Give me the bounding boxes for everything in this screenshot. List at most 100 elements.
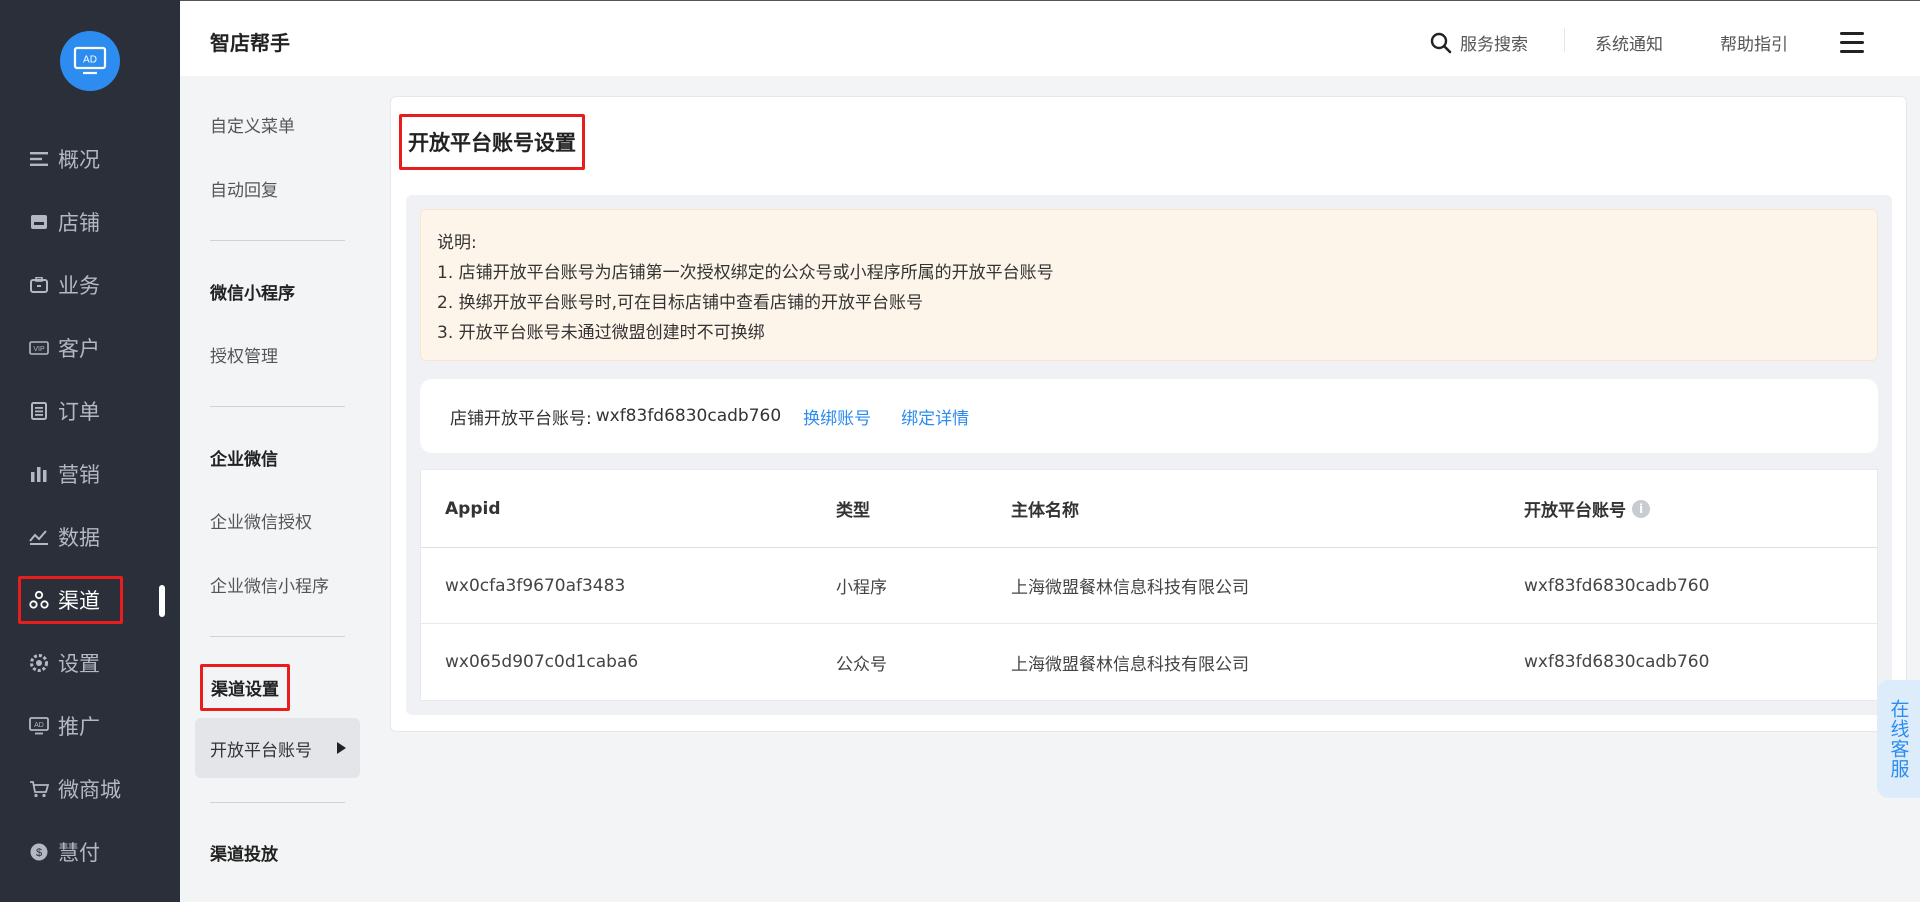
column-header-open-account: 开放平台账号 i [1524, 470, 1650, 547]
nav-item-data[interactable]: 数据 [0, 513, 180, 561]
column-header-open-account-label: 开放平台账号 [1524, 501, 1626, 521]
mall-icon [28, 778, 50, 800]
nav-label: 业务 [58, 274, 100, 298]
vip-customer-icon: VIP [28, 337, 50, 359]
nav-item-business[interactable]: 业务 [0, 261, 180, 309]
account-value: wxf83fd6830cadb760 [595, 406, 782, 426]
nav-label: 设置 [58, 652, 100, 676]
cell-open-account: wxf83fd6830cadb760 [1524, 575, 1710, 596]
account-bar: 店铺开放平台账号: wxf83fd6830cadb760 换绑账号 绑定详情 [420, 379, 1878, 453]
account-table: Appid 类型 主体名称 开放平台账号 i wx0cfa3f9670af348… [420, 469, 1878, 701]
svg-text:$: $ [36, 847, 42, 859]
pay-icon: $ [28, 841, 50, 863]
submenu-group-channel-delivery: 渠道投放 [210, 845, 278, 865]
nav-item-promotion[interactable]: AD 推广 [0, 702, 180, 750]
data-icon [28, 526, 50, 548]
left-nav: AD 概况 店铺 业务 VIP 客户 订单 营销 数据 渠道 设置 AD 推广 … [0, 0, 180, 902]
settings-icon [28, 652, 50, 674]
nav-label: 客户 [58, 337, 100, 361]
cell-appid: wx0cfa3f9670af3483 [445, 575, 626, 596]
cell-appid: wx065d907c0d1caba6 [445, 652, 639, 672]
account-label: 店铺开放平台账号: [450, 408, 592, 429]
nav-item-settings[interactable]: 设置 [0, 639, 180, 687]
nav-item-marketing[interactable]: 营销 [0, 450, 180, 498]
business-icon [28, 274, 50, 296]
submenu-divider [210, 240, 345, 241]
online-service-label: 在线客服 [1887, 699, 1910, 779]
ad-monitor-icon: AD [73, 46, 107, 75]
content-panel: 说明: 1. 店铺开放平台账号为店铺第一次授权绑定的公众号或小程序所属的开放平台… [406, 195, 1892, 715]
page-title: 开放平台账号设置 [399, 114, 585, 170]
cell-entity: 上海微盟餐林信息科技有限公司 [1011, 654, 1249, 675]
highlight-box [18, 576, 123, 624]
active-indicator [159, 585, 165, 617]
overview-icon [28, 148, 50, 170]
order-icon [28, 400, 50, 422]
nav-label: 数据 [58, 526, 100, 550]
service-search-button[interactable]: 服务搜索 [1430, 30, 1528, 55]
submenu-divider [210, 406, 345, 407]
table-row: wx065d907c0d1caba6 公众号 上海微盟餐林信息科技有限公司 wx… [421, 624, 1877, 700]
nav-item-channel[interactable]: 渠道 [0, 576, 180, 624]
promotion-icon: AD [28, 715, 50, 737]
submenu-group-wework: 企业微信 [210, 450, 278, 470]
submenu-wework-auth[interactable]: 企业微信授权 [210, 508, 312, 533]
notice-line: 2. 换绑开放平台账号时,可在目标店铺中查看店铺的开放平台账号 [437, 293, 924, 313]
nav-label: 店铺 [58, 211, 100, 235]
app-logo[interactable]: AD [60, 31, 120, 91]
nav-item-overview[interactable]: 概况 [0, 135, 180, 183]
online-service-button[interactable]: 在线客服 [1877, 680, 1920, 798]
notice-line: 1. 店铺开放平台账号为店铺第一次授权绑定的公众号或小程序所属的开放平台账号 [437, 263, 1054, 283]
nav-label: 推广 [58, 715, 100, 739]
nav-label: 营销 [58, 463, 100, 487]
logo-text: AD [83, 55, 97, 66]
cell-type: 小程序 [836, 578, 887, 598]
help-guide-link[interactable]: 帮助指引 [1720, 30, 1788, 55]
nav-item-store[interactable]: 店铺 [0, 198, 180, 246]
bind-detail-link[interactable]: 绑定详情 [901, 404, 969, 429]
app-title: 智店帮手 [210, 31, 290, 55]
column-header-appid: Appid [445, 498, 501, 519]
top-header: 智店帮手 服务搜索 系统通知 帮助指引 [180, 0, 1920, 76]
cell-type: 公众号 [836, 654, 887, 675]
search-label: 服务搜索 [1460, 35, 1528, 55]
nav-item-mall[interactable]: 微商城 [0, 765, 180, 813]
column-header-type: 类型 [836, 501, 870, 521]
submenu-open-platform-label: 开放平台账号 [210, 740, 312, 761]
notice-line: 3. 开放平台账号未通过微盟创建时不可换绑 [437, 323, 765, 343]
nav-item-pay[interactable]: $ 慧付 [0, 828, 180, 876]
main-card: 开放平台账号设置 说明: 1. 店铺开放平台账号为店铺第一次授权绑定的公众号或小… [390, 96, 1907, 732]
svg-text:VIP: VIP [33, 346, 45, 353]
nav-label: 概况 [58, 148, 100, 172]
nav-item-order[interactable]: 订单 [0, 387, 180, 435]
system-notice-link[interactable]: 系统通知 [1595, 30, 1663, 55]
caret-right-icon [337, 742, 346, 754]
submenu-auth-manage[interactable]: 授权管理 [210, 342, 278, 367]
header-divider [1564, 28, 1565, 52]
submenu-custom-menu[interactable]: 自定义菜单 [210, 112, 295, 137]
submenu-wework-miniprogram[interactable]: 企业微信小程序 [210, 572, 329, 597]
store-icon [28, 211, 50, 233]
notice-box: 说明: 1. 店铺开放平台账号为店铺第一次授权绑定的公众号或小程序所属的开放平台… [420, 209, 1878, 361]
table-header-row: Appid 类型 主体名称 开放平台账号 i [421, 470, 1877, 548]
cell-entity: 上海微盟餐林信息科技有限公司 [1011, 578, 1249, 598]
submenu-group-miniprogram: 微信小程序 [210, 284, 295, 304]
nav-label: 微商城 [58, 778, 121, 802]
svg-text:AD: AD [34, 722, 44, 729]
cell-open-account: wxf83fd6830cadb760 [1524, 652, 1710, 672]
submenu-auto-reply[interactable]: 自动回复 [210, 176, 278, 201]
nav-label: 慧付 [58, 841, 100, 865]
search-icon [1430, 32, 1452, 53]
submenu-divider [210, 636, 345, 637]
submenu-open-platform[interactable]: 开放平台账号 [195, 718, 360, 778]
nav-label: 订单 [58, 400, 100, 424]
table-row: wx0cfa3f9670af3483 小程序 上海微盟餐林信息科技有限公司 wx… [421, 548, 1877, 624]
secondary-menu: 自定义菜单 自动回复 微信小程序 授权管理 企业微信 企业微信授权 企业微信小程… [180, 76, 370, 902]
marketing-icon [28, 463, 50, 485]
nav-item-customer[interactable]: VIP 客户 [0, 324, 180, 372]
info-icon[interactable]: i [1632, 499, 1650, 518]
notice-heading: 说明: [437, 233, 477, 253]
menu-hamburger-icon[interactable] [1840, 32, 1864, 54]
column-header-entity: 主体名称 [1011, 501, 1079, 521]
rebind-account-link[interactable]: 换绑账号 [803, 404, 871, 429]
